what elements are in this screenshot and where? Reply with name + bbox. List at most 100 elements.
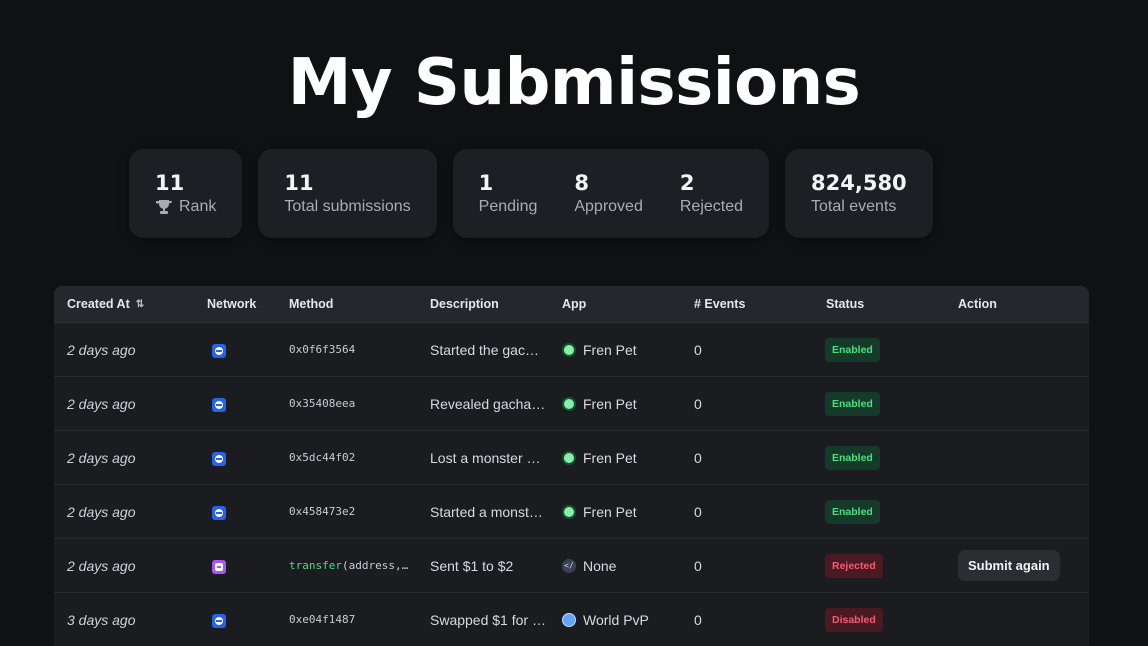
- rank-stat: 11 Rank: [155, 170, 216, 218]
- method-cell: 0x35408eea: [275, 397, 416, 410]
- page-title: My Submissions: [287, 46, 861, 120]
- method-cell: 0x458473e2: [275, 505, 416, 518]
- total-events-card: 824,580 Total events: [785, 149, 933, 238]
- app-cell: Fren Pet: [548, 342, 680, 358]
- total-submissions-label: Total submissions: [284, 197, 411, 215]
- app-name: Fren Pet: [583, 395, 637, 412]
- method-signature: 0xe04f1487: [289, 613, 356, 626]
- globe-icon: [562, 612, 576, 627]
- network-icon-glyph: [215, 400, 223, 409]
- network-icon: [212, 343, 226, 358]
- network-icon-glyph: [215, 346, 223, 355]
- trophy-icon: [156, 199, 173, 214]
- created-at-cell: 2 days ago: [67, 503, 136, 520]
- app-cell: </ None: [548, 558, 680, 574]
- method-cell: 0xe04f1487: [275, 613, 416, 626]
- method-signature: 0x458473e2: [289, 505, 356, 518]
- method-cell: 0x0f6f3564: [275, 343, 416, 356]
- status-cell: Disabled: [812, 607, 944, 632]
- method-header: Method: [289, 297, 334, 311]
- created-at-cell: 2 days ago: [67, 341, 136, 358]
- table-row[interactable]: 2 days ago transfer(address,… Sent $1 to $…: [54, 539, 1089, 593]
- status-badge: Enabled: [825, 499, 880, 524]
- app-name: Fren Pet: [583, 341, 637, 358]
- network-cell: [193, 342, 275, 358]
- rank-card: 11 Rank: [129, 149, 243, 238]
- events-cell: 0: [694, 557, 702, 574]
- approved-value: 8: [574, 170, 589, 195]
- action-header: Action: [958, 297, 997, 311]
- events-header: # Events: [694, 297, 746, 311]
- approved-label: Approved: [574, 197, 643, 215]
- network-icon: [212, 397, 226, 412]
- rejected-value: 2: [679, 170, 695, 195]
- app-name: Fren Pet: [583, 449, 637, 466]
- table-row[interactable]: 3 days ago 0xe04f1487 Swapped $1 for … Worl…: [54, 593, 1089, 646]
- total-submissions-card: 11 Total submissions: [258, 149, 437, 238]
- status-badge: Enabled: [825, 337, 880, 362]
- stats-bar: 11 Rank 11 Total submissions 1 Pending 8: [129, 149, 933, 238]
- status-header: Status: [826, 297, 865, 311]
- fren-pet-icon: [562, 342, 576, 357]
- rejected-label: Rejected: [679, 197, 744, 215]
- app-cell: Fren Pet: [548, 504, 680, 520]
- table-row[interactable]: 2 days ago 0x458473e2 Started a monst… Fren…: [54, 485, 1089, 539]
- created-at-cell: 3 days ago: [67, 611, 136, 628]
- method-cell: 0x5dc44f02: [275, 451, 416, 464]
- app-header: App: [562, 297, 587, 311]
- created-at-header[interactable]: Created At ⇅: [54, 297, 193, 311]
- submit-again-button[interactable]: Submit again: [958, 550, 1060, 581]
- status-cell: Enabled: [812, 445, 944, 470]
- method-signature: (address,…: [341, 559, 409, 572]
- events-cell: 0: [694, 395, 702, 412]
- total-events-label: Total events: [811, 197, 897, 215]
- created-at-cell: 2 days ago: [67, 557, 136, 574]
- network-icon-glyph: [215, 562, 223, 571]
- description-cell: Revealed gacha …: [430, 395, 548, 412]
- table-row[interactable]: 2 days ago 0x35408eea Revealed gacha … Fren…: [54, 377, 1089, 431]
- status-cell: Enabled: [812, 391, 944, 416]
- method-signature: 0x0f6f3564: [289, 343, 356, 356]
- network-icon: [212, 559, 226, 574]
- method-cell: transfer(address,…: [275, 559, 416, 572]
- sort-icon[interactable]: ⇅: [136, 299, 144, 310]
- status-counts-card: 1 Pending 8 Approved 2 Rejected: [452, 149, 770, 238]
- description-cell: Started the gac…: [430, 341, 539, 358]
- events-cell: 0: [694, 611, 702, 628]
- app-name: None: [583, 557, 617, 574]
- method-signature: 0x5dc44f02: [289, 451, 356, 464]
- total-events-value: 824,580: [811, 170, 907, 195]
- table-row[interactable]: 2 days ago 0x0f6f3564 Started the gac… Fren…: [54, 323, 1089, 377]
- app-name: World PvP: [583, 611, 649, 628]
- pending-label: Pending: [478, 197, 538, 215]
- action-cell: Submit again: [944, 550, 1089, 581]
- table-header: Created At ⇅ Network Method Description …: [54, 286, 1089, 323]
- fren-pet-icon: [562, 450, 576, 465]
- status-badge: Rejected: [825, 553, 883, 578]
- status-badge: Enabled: [825, 445, 880, 470]
- fren-pet-icon: [562, 396, 576, 411]
- table-body: 2 days ago 0x0f6f3564 Started the gac… Fren…: [54, 323, 1089, 646]
- description-cell: Lost a monster …: [430, 449, 541, 466]
- network-cell: [193, 612, 275, 628]
- status-badge: Enabled: [825, 391, 880, 416]
- network-icon-glyph: [215, 508, 223, 517]
- network-cell: [193, 450, 275, 466]
- method-signature: 0x35408eea: [289, 397, 356, 410]
- events-cell: 0: [694, 503, 702, 520]
- description-cell: Swapped $1 for …: [430, 611, 546, 628]
- app-cell: Fren Pet: [548, 396, 680, 412]
- description-cell: Sent $1 to $2: [430, 557, 514, 574]
- description-cell: Started a monst…: [430, 503, 543, 520]
- network-cell: [193, 558, 275, 574]
- events-cell: 0: [694, 341, 702, 358]
- status-cell: Enabled: [812, 337, 944, 362]
- network-icon: [212, 613, 226, 628]
- app-cell: World PvP: [548, 612, 680, 628]
- events-cell: 0: [694, 449, 702, 466]
- table-row[interactable]: 2 days ago 0x5dc44f02 Lost a monster … Fren…: [54, 431, 1089, 485]
- app-cell: Fren Pet: [548, 450, 680, 466]
- network-header: Network: [207, 297, 257, 311]
- pending-value: 1: [478, 170, 494, 195]
- network-icon: [212, 451, 226, 466]
